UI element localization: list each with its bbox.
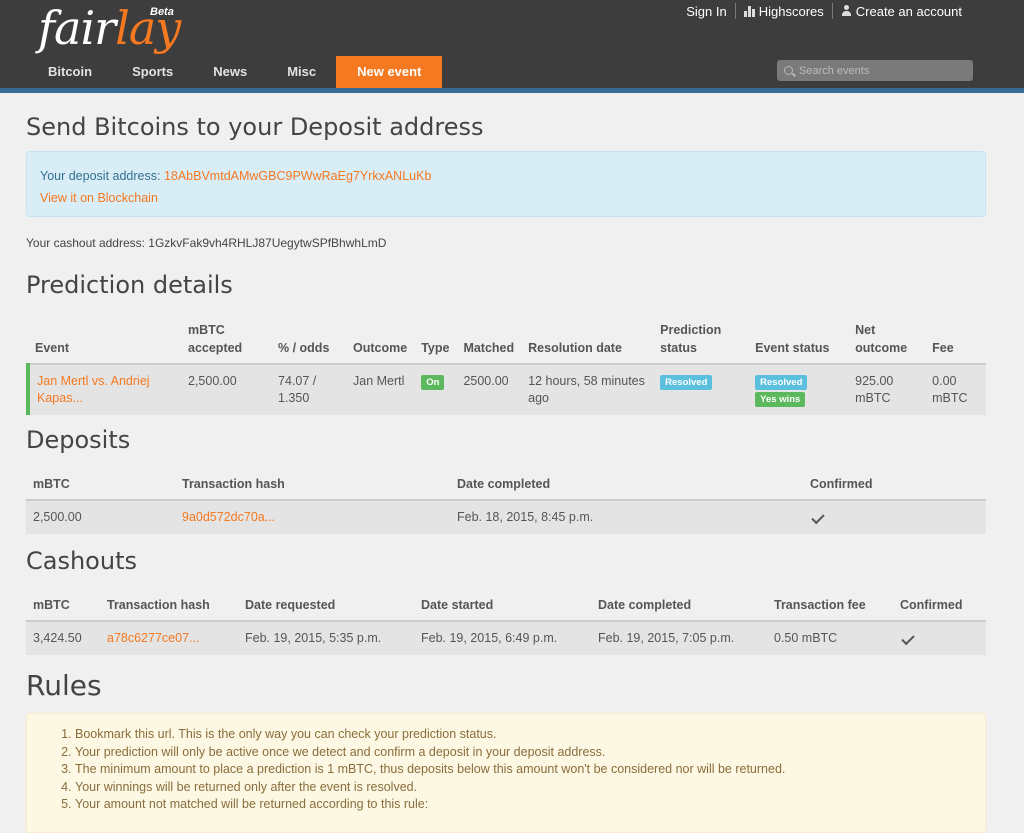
header-divider: [0, 88, 1024, 93]
deposit-amount: 2,500.00: [26, 500, 175, 534]
deposit-hash-link[interactable]: 9a0d572dc70a...: [182, 510, 275, 524]
col-confirmed: Confirmed: [803, 469, 986, 501]
col-type: Type: [414, 315, 457, 365]
rule-item: Your prediction will only be active once…: [75, 744, 985, 762]
cashout-fee: 0.50 mBTC: [767, 621, 893, 655]
col-date-completed: Date completed: [591, 590, 767, 622]
rule-item: Your winnings will be returned only afte…: [75, 779, 985, 797]
col-transaction-fee: Transaction fee: [767, 590, 893, 622]
nav-sports[interactable]: Sports: [112, 56, 193, 88]
rules-box: Bookmark this url. This is the only way …: [26, 713, 986, 833]
rule-item: Bookmark this url. This is the only way …: [75, 726, 985, 744]
table-row: 3,424.50 a78c6277ce07... Feb. 19, 2015, …: [26, 621, 986, 655]
checkmark-icon: [811, 510, 825, 525]
search-input[interactable]: [799, 64, 969, 77]
rule-item: Your amount not matched will be returned…: [75, 796, 985, 814]
nav-bitcoin[interactable]: Bitcoin: [28, 56, 112, 88]
fee-cell: 0.00 mBTC: [925, 364, 986, 415]
col-date-completed: Date completed: [450, 469, 803, 501]
col-date-started: Date started: [414, 590, 591, 622]
col-prediction-status: Prediction status: [653, 315, 749, 365]
rules-heading: Rules: [26, 669, 102, 702]
search-box[interactable]: [777, 60, 973, 81]
col-fee: Fee: [925, 315, 986, 365]
deposits-table: mBTC Transaction hash Date completed Con…: [26, 469, 986, 534]
col-matched: Matched: [456, 315, 522, 365]
deposit-address-link[interactable]: 18AbBVmtdAMwGBC9PWwRaEg7YrkxANLuKb: [164, 169, 431, 183]
logo-text: fair: [38, 1, 116, 55]
event-link[interactable]: Jan Mertl vs. Andriej Kapas...: [37, 374, 150, 405]
col-date-requested: Date requested: [238, 590, 414, 622]
bar-chart-icon: [743, 5, 755, 17]
page-title: Send Bitcoins to your Deposit address: [26, 113, 484, 141]
highscores-link[interactable]: Highscores: [734, 3, 832, 19]
nav-news[interactable]: News: [193, 56, 267, 88]
user-icon: [841, 5, 852, 17]
checkmark-icon: [901, 631, 915, 646]
deposit-date: Feb. 18, 2015, 8:45 p.m.: [450, 500, 803, 534]
table-row: 2,500.00 9a0d572dc70a... Feb. 18, 2015, …: [26, 500, 986, 534]
col-outcome: Outcome: [346, 315, 415, 365]
type-badge: On: [421, 375, 445, 390]
nav-misc[interactable]: Misc: [267, 56, 336, 88]
create-account-link[interactable]: Create an account: [831, 3, 970, 19]
col-mbtc: mBTC: [26, 590, 100, 622]
col-mbtc-accepted: mBTC accepted: [181, 315, 271, 365]
highscores-label: Highscores: [758, 3, 824, 19]
blockchain-link[interactable]: View it on Blockchain: [40, 191, 158, 205]
fairlay-logo[interactable]: fairlay Beta: [38, 1, 181, 55]
top-links: Sign In Highscores Create an account: [678, 3, 970, 19]
col-resolution-date: Resolution date: [521, 315, 654, 365]
col-confirmed: Confirmed: [893, 590, 986, 622]
beta-badge: Beta: [150, 6, 174, 18]
sign-in-label: Sign In: [686, 3, 727, 19]
event-status-badge: Resolved: [755, 375, 808, 390]
cashout-amount: 3,424.50: [26, 621, 100, 655]
col-event-status: Event status: [748, 315, 849, 365]
cashout-started: Feb. 19, 2015, 6:49 p.m.: [414, 621, 591, 655]
matched-cell: 2500.00: [456, 364, 522, 415]
prediction-table: Event mBTC accepted % / odds Outcome Typ…: [26, 315, 986, 415]
deposit-info-box: Your deposit address: 18AbBVmtdAMwGBC9PW…: [26, 151, 986, 217]
cashouts-table: mBTC Transaction hash Date requested Dat…: [26, 590, 986, 655]
top-bar: fairlay Beta Sign In Highscores Create a…: [0, 0, 1024, 88]
cashout-completed: Feb. 19, 2015, 7:05 p.m.: [591, 621, 767, 655]
main-nav: Bitcoin Sports News Misc New event: [28, 56, 443, 88]
sign-in-link[interactable]: Sign In: [678, 3, 734, 19]
col-transaction-hash: Transaction hash: [100, 590, 238, 622]
create-account-label: Create an account: [855, 3, 962, 19]
deposit-address-label: Your deposit address:: [40, 169, 161, 183]
col-net-outcome: Net outcome: [848, 315, 926, 365]
cashout-hash-link[interactable]: a78c6277ce07...: [107, 631, 199, 645]
nav-new-event[interactable]: New event: [336, 56, 443, 88]
resolution-cell: 12 hours, 58 minutes ago: [521, 364, 654, 415]
cashout-address: Your cashout address: 1GzkvFak9vh4RHLJ87…: [26, 236, 387, 250]
deposits-heading: Deposits: [26, 426, 131, 454]
rule-item: The minimum amount to place a prediction…: [75, 761, 985, 779]
col-odds: % / odds: [271, 315, 346, 365]
prediction-details-heading: Prediction details: [26, 271, 233, 299]
prediction-status-badge: Resolved: [660, 375, 713, 390]
outcome-cell: Jan Mertl: [346, 364, 415, 415]
event-result-badge: Yes wins: [755, 392, 806, 407]
rules-list: Bookmark this url. This is the only way …: [57, 726, 985, 814]
net-outcome-cell: 925.00 mBTC: [848, 364, 926, 415]
odds-cell: 74.07 / 1.350: [271, 364, 346, 415]
cashout-requested: Feb. 19, 2015, 5:35 p.m.: [238, 621, 414, 655]
col-transaction-hash: Transaction hash: [175, 469, 450, 501]
search-icon: [784, 66, 793, 75]
cashouts-heading: Cashouts: [26, 547, 137, 575]
col-event: Event: [28, 315, 181, 365]
col-mbtc: mBTC: [26, 469, 175, 501]
accepted-cell: 2,500.00: [181, 364, 271, 415]
table-row: Jan Mertl vs. Andriej Kapas... 2,500.00 …: [26, 364, 986, 415]
